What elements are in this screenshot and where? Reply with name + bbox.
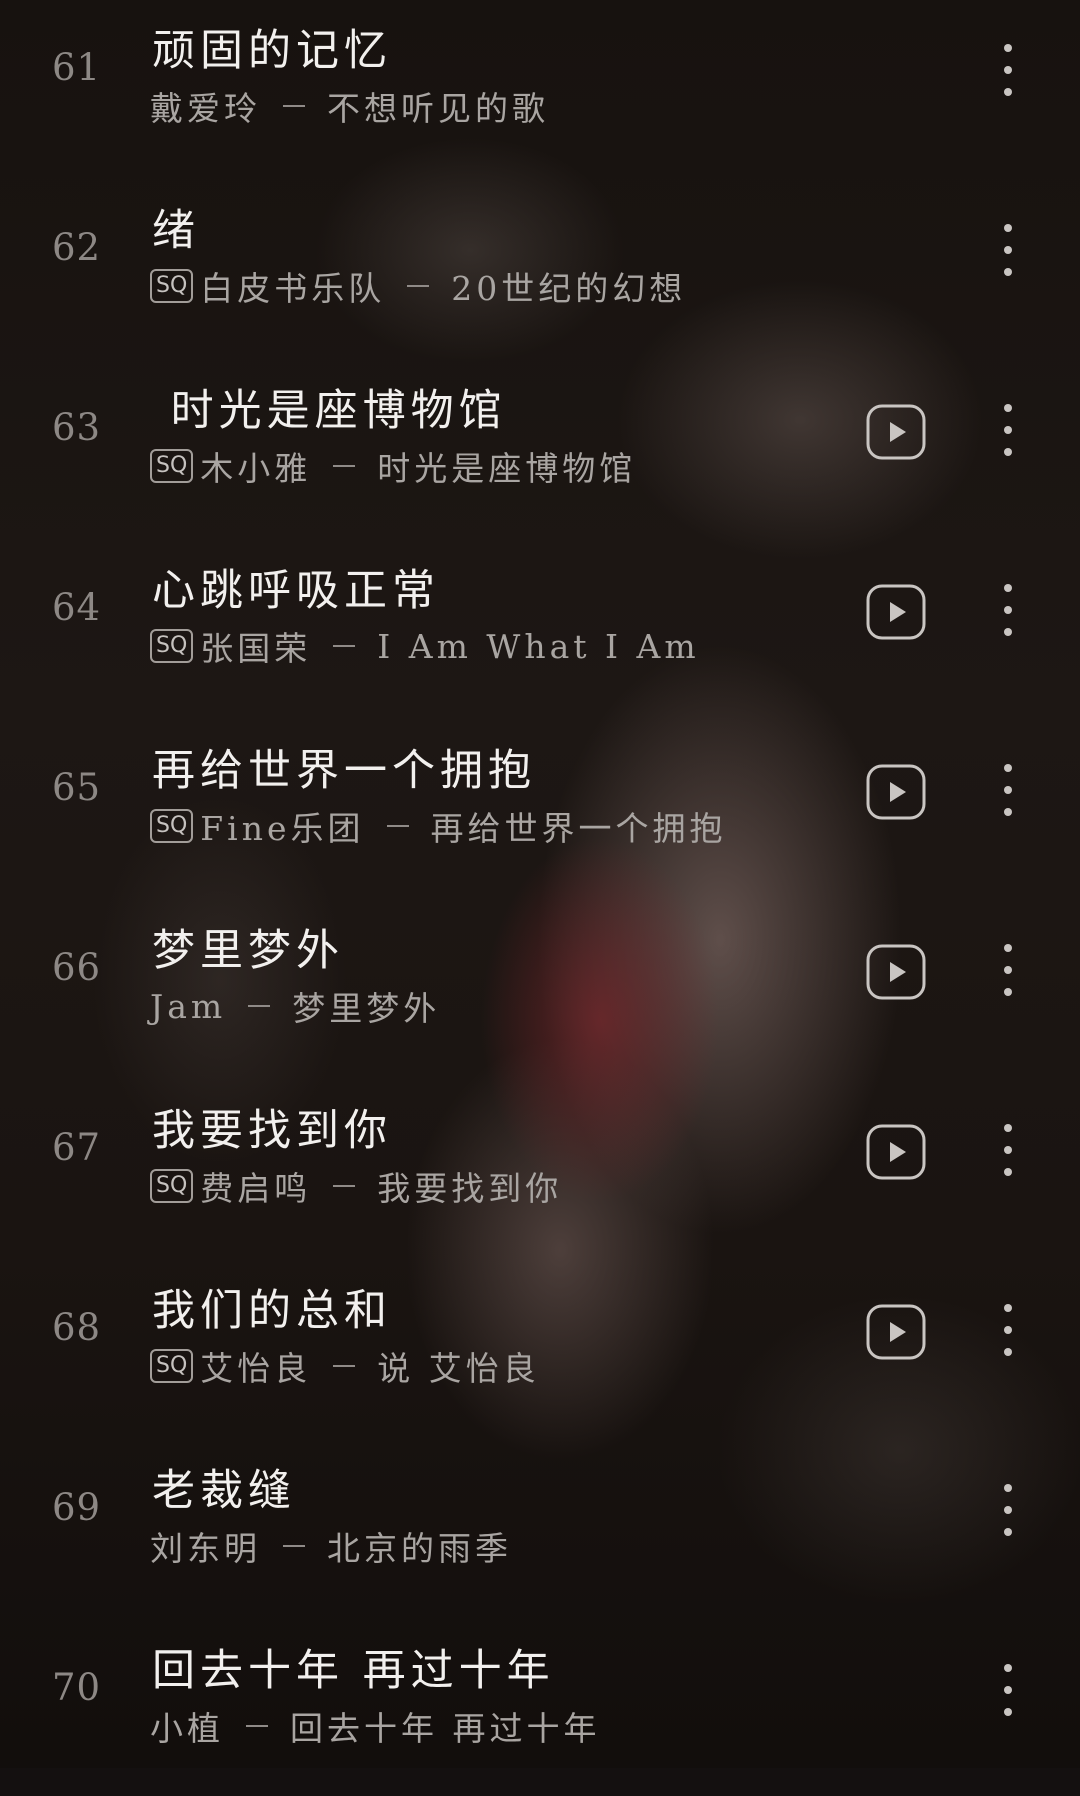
- separator-dash: [283, 1545, 305, 1547]
- album-name: 20世纪的幻想: [451, 269, 687, 308]
- song-title: 顽固的记忆: [152, 26, 392, 76]
- sq-quality-badge: SQ: [150, 1349, 194, 1383]
- artist-name: 张国荣: [200, 629, 312, 668]
- album-name: I Am What I Am: [377, 626, 700, 666]
- more-vertical-icon[interactable]: [990, 1660, 1026, 1720]
- sq-quality-badge: SQ: [150, 809, 194, 843]
- song-title: 我要找到你: [152, 1106, 392, 1156]
- song-subtitle: SQ 费启鸣 我要找到你: [150, 1164, 562, 1208]
- separator-dash: [386, 825, 409, 827]
- track-number: 70: [52, 1666, 102, 1709]
- song-row[interactable]: 61 顽固的记忆 戴爱玲 不想听见的歌: [0, 0, 1080, 176]
- song-row[interactable]: 64 心跳呼吸正常 SQ 张国荣 I Am What I Am: [0, 536, 1080, 716]
- track-number: 62: [52, 226, 102, 269]
- song-subtitle: SQ Fine乐团 再给世界一个拥抱: [150, 804, 727, 848]
- song-subtitle: SQ 张国荣 I Am What I Am: [150, 624, 700, 668]
- separator-dash: [333, 1365, 356, 1367]
- track-number: 61: [52, 46, 102, 89]
- separator-dash: [333, 645, 356, 647]
- play-circle-icon[interactable]: [866, 404, 926, 460]
- song-title: 梦里梦外: [152, 926, 344, 976]
- track-number: 66: [52, 946, 102, 989]
- separator-dash: [283, 105, 305, 107]
- separator-dash: [333, 465, 356, 467]
- track-number: 64: [52, 586, 102, 629]
- more-vertical-icon[interactable]: [990, 760, 1026, 820]
- more-vertical-icon[interactable]: [990, 1300, 1026, 1360]
- artist-name: 戴爱玲: [150, 89, 261, 128]
- sq-quality-badge: SQ: [150, 269, 194, 303]
- more-vertical-icon[interactable]: [990, 40, 1026, 100]
- artist-name: 小植: [150, 1709, 224, 1748]
- separator-dash: [246, 1725, 268, 1727]
- song-title: 再给世界一个拥抱: [152, 746, 536, 796]
- more-vertical-icon[interactable]: [990, 1120, 1026, 1180]
- track-number: 68: [52, 1306, 102, 1349]
- artist-name: Fine乐团: [200, 809, 365, 848]
- more-vertical-icon[interactable]: [990, 1480, 1026, 1540]
- more-vertical-icon[interactable]: [990, 580, 1026, 640]
- song-subtitle: Jam 梦里梦外: [150, 984, 441, 1029]
- play-circle-icon[interactable]: [866, 764, 926, 820]
- play-circle-icon[interactable]: [866, 944, 926, 1000]
- song-subtitle: SQ 木小雅 时光是座博物馆: [150, 444, 636, 488]
- song-title: 绪: [152, 206, 200, 256]
- song-subtitle: SQ 艾怡良 说 艾怡良: [150, 1344, 540, 1388]
- more-vertical-icon[interactable]: [990, 220, 1026, 280]
- song-subtitle: 戴爱玲 不想听见的歌: [150, 84, 549, 128]
- album-name: 回去十年 再过十年: [290, 1709, 601, 1748]
- song-title: 心跳呼吸正常: [152, 566, 440, 616]
- track-number: 63: [52, 406, 102, 449]
- album-name: 时光是座博物馆: [377, 449, 637, 488]
- song-row[interactable]: 66 梦里梦外 Jam 梦里梦外: [0, 896, 1080, 1076]
- play-circle-icon[interactable]: [866, 584, 926, 640]
- song-row[interactable]: 65 再给世界一个拥抱 SQ Fine乐团 再给世界一个拥抱: [0, 716, 1080, 896]
- song-title: 我们的总和: [152, 1286, 392, 1336]
- more-vertical-icon[interactable]: [990, 400, 1026, 460]
- song-title: 时光是座博物馆: [152, 386, 507, 436]
- track-number: 67: [52, 1126, 102, 1169]
- track-number: 69: [52, 1486, 102, 1529]
- track-number: 65: [52, 766, 102, 809]
- album-name: 说 艾怡良: [377, 1349, 540, 1388]
- album-name: 再给世界一个拥抱: [430, 809, 727, 848]
- artist-name: 费启鸣: [200, 1169, 312, 1208]
- play-circle-icon[interactable]: [866, 1124, 926, 1180]
- song-row[interactable]: 70 回去十年 再过十年 小植 回去十年 再过十年: [0, 1616, 1080, 1796]
- artist-name: 刘东明: [150, 1529, 261, 1568]
- song-list: 61 顽固的记忆 戴爱玲 不想听见的歌 62 绪 SQ 白皮书乐队 20世纪的幻…: [0, 0, 1080, 1768]
- song-title: 老裁缝: [152, 1466, 296, 1516]
- song-row[interactable]: 68 我们的总和 SQ 艾怡良 说 艾怡良: [0, 1256, 1080, 1436]
- separator-dash: [333, 1185, 356, 1187]
- artist-name: 木小雅: [200, 449, 312, 488]
- song-row[interactable]: 67 我要找到你 SQ 费启鸣 我要找到你: [0, 1076, 1080, 1256]
- song-row[interactable]: 62 绪 SQ 白皮书乐队 20世纪的幻想: [0, 176, 1080, 356]
- separator-dash: [407, 285, 430, 287]
- song-subtitle: 刘东明 北京的雨季: [150, 1524, 512, 1568]
- song-subtitle: SQ 白皮书乐队 20世纪的幻想: [150, 264, 686, 308]
- album-name: 不想听见的歌: [327, 89, 549, 128]
- song-title: 回去十年 再过十年: [152, 1646, 555, 1696]
- sq-quality-badge: SQ: [150, 629, 194, 663]
- artist-name: 白皮书乐队: [200, 269, 386, 308]
- album-name: 北京的雨季: [327, 1529, 512, 1568]
- artist-name: Jam: [150, 986, 227, 1026]
- sq-quality-badge: SQ: [150, 449, 194, 483]
- separator-dash: [248, 1005, 271, 1007]
- song-row[interactable]: 63 时光是座博物馆 SQ 木小雅 时光是座博物馆: [0, 356, 1080, 536]
- more-vertical-icon[interactable]: [990, 940, 1026, 1000]
- artist-name: 艾怡良: [200, 1349, 312, 1388]
- sq-quality-badge: SQ: [150, 1169, 194, 1203]
- song-subtitle: 小植 回去十年 再过十年: [150, 1704, 601, 1748]
- album-name: 我要找到你: [377, 1169, 563, 1208]
- song-row[interactable]: 69 老裁缝 刘东明 北京的雨季: [0, 1436, 1080, 1616]
- album-name: 梦里梦外: [292, 989, 441, 1028]
- play-circle-icon[interactable]: [866, 1304, 926, 1360]
